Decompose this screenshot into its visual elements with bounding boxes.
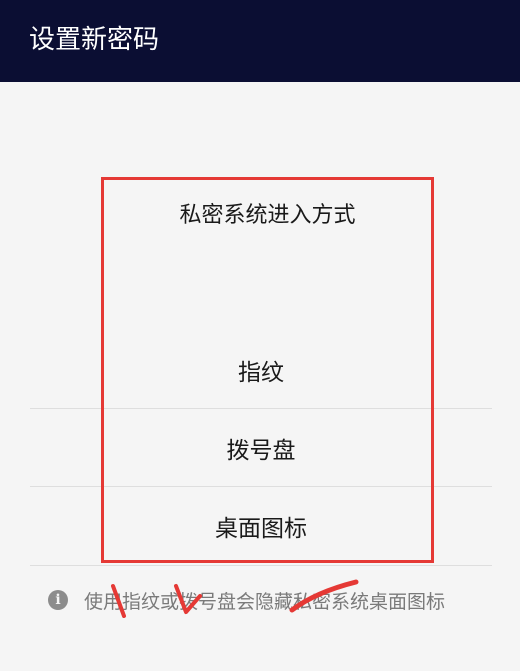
hint-text: 使用指纹或拨号盘会隐藏私密系统桌面图标 [84, 590, 446, 613]
option-fingerprint[interactable]: 指纹 [30, 331, 492, 409]
dialog-title: 私密系统进入方式 [179, 203, 356, 228]
hint-row: i 使用指纹或拨号盘会隐藏私密系统桌面图标 [48, 585, 508, 615]
option-fingerprint-label: 指纹 [238, 360, 284, 386]
page-title: 设置新密码 [29, 25, 160, 55]
info-icon: i [48, 590, 68, 610]
option-desktop-icon[interactable]: 桌面图标 [30, 487, 492, 565]
option-dialpad-label: 拨号盘 [226, 438, 296, 464]
title-bar: 设置新密码 [0, 0, 520, 82]
option-dialpad[interactable]: 拨号盘 [30, 409, 492, 487]
divider [30, 565, 492, 566]
option-desktop-icon-label: 桌面图标 [215, 516, 307, 542]
